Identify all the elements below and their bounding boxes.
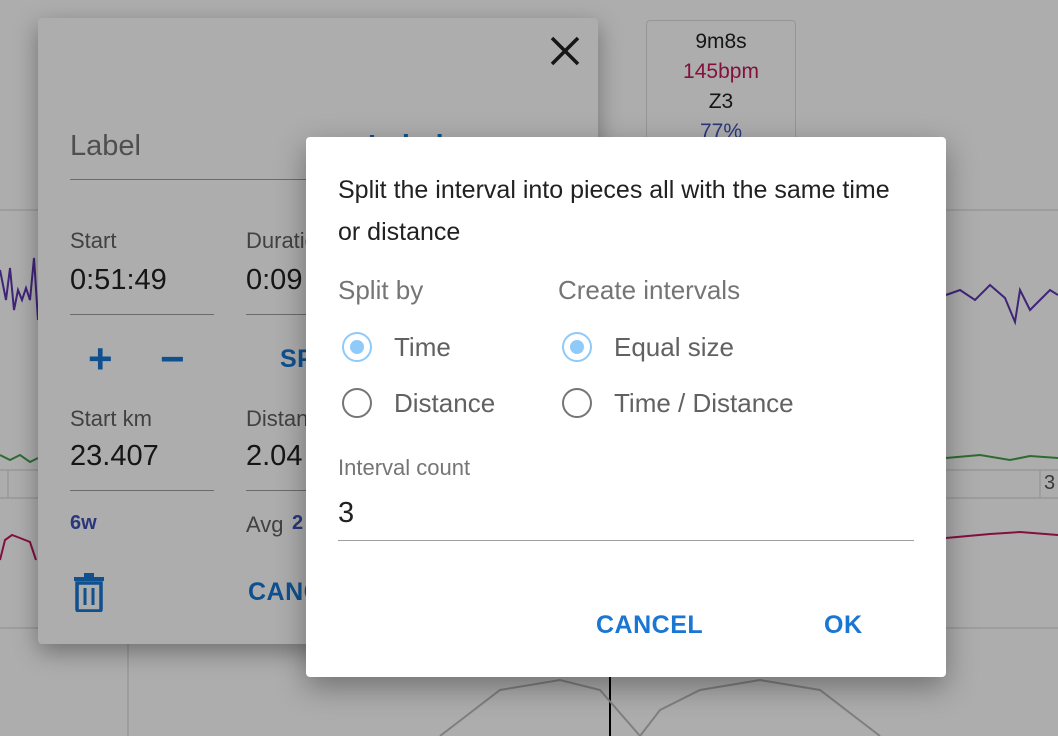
- radio-label-equal-size: Equal size: [614, 331, 734, 362]
- split-by-title: Split by: [338, 275, 424, 305]
- radio-label-distance: Distance: [394, 387, 496, 418]
- radio-equal-size[interactable]: Equal size: [562, 325, 734, 369]
- radio-split-by-distance[interactable]: Distance: [342, 381, 495, 425]
- radio-label-time: Time: [394, 331, 451, 362]
- radio-label-time-distance: Time / Distance: [614, 387, 794, 418]
- interval-count-caption: Interval count: [338, 455, 471, 480]
- radio-button-unchecked[interactable]: [342, 388, 372, 418]
- split-interval-dialog: Split the interval into pieces all with …: [306, 137, 946, 677]
- ok-button[interactable]: OK: [816, 605, 871, 645]
- radio-split-by-time[interactable]: Time: [342, 325, 451, 369]
- create-intervals-title: Create intervals: [558, 275, 741, 305]
- interval-count-input[interactable]: [338, 487, 914, 541]
- radio-button-checked[interactable]: [342, 332, 372, 362]
- radio-button-unchecked[interactable]: [562, 388, 592, 418]
- split-message: Split the interval into pieces all with …: [338, 176, 890, 246]
- radio-time-distance[interactable]: Time / Distance: [562, 381, 794, 425]
- radio-button-checked[interactable]: [562, 332, 592, 362]
- cancel-button[interactable]: CANCEL: [588, 605, 711, 645]
